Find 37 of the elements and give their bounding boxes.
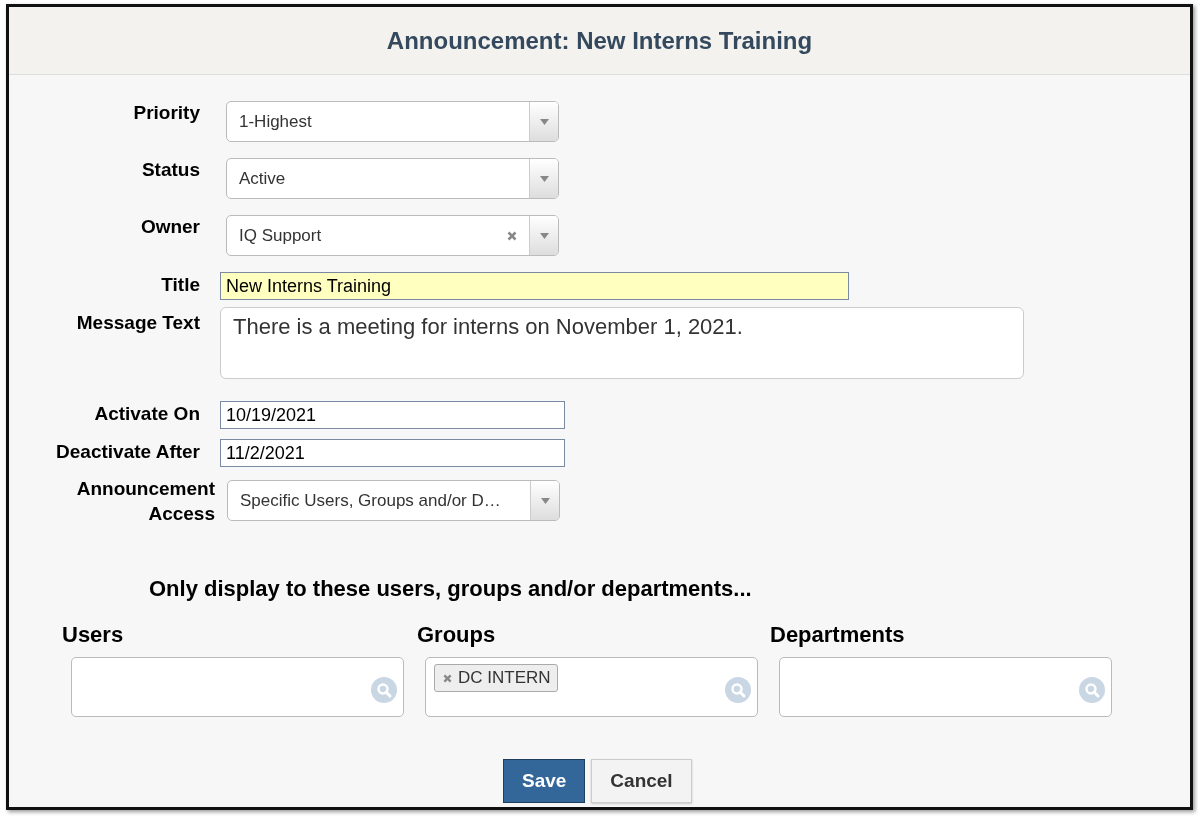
text-field[interactable]: New Interns Training — [220, 272, 849, 300]
dropdown[interactable]: 1-Highest — [226, 101, 559, 142]
search-icon[interactable] — [371, 677, 397, 703]
picker-label: Groups — [417, 622, 497, 648]
dropdown[interactable]: IQ Support — [226, 215, 559, 256]
field-label: Priority — [132, 101, 200, 124]
caret-icon — [539, 175, 549, 182]
picker-field[interactable] — [779, 657, 1112, 717]
dropdown[interactable]: Specific Users, Groups and/or D… — [227, 480, 560, 521]
field-label: Activate On — [93, 402, 200, 425]
picker-field[interactable]: DC INTERN — [425, 657, 758, 717]
picker-label: Departments — [770, 622, 906, 648]
text-field[interactable]: 10/19/2021 — [220, 401, 565, 429]
field-label: Status — [140, 158, 200, 181]
tag-chip[interactable]: DC INTERN — [434, 664, 558, 692]
section-heading: Only display to these users, groups and/or departments... — [148, 576, 753, 602]
cancel-button[interactable]: Cancel — [591, 759, 692, 803]
text-field[interactable]: 11/2/2021 — [220, 439, 565, 467]
field-label: Owner — [139, 215, 200, 238]
tag-label: DC INTERN — [458, 668, 551, 688]
field-label: Announcement Access — [75, 477, 215, 526]
field-label: Deactivate After — [55, 440, 200, 463]
caret-icon — [540, 497, 550, 504]
picker-field[interactable] — [71, 657, 404, 717]
search-icon[interactable] — [725, 677, 751, 703]
field-label: Title — [160, 273, 200, 296]
caret-icon — [539, 118, 549, 125]
message-field[interactable]: There is a meeting for interns on November 1, 2021. — [220, 307, 1024, 379]
caret-icon — [539, 232, 549, 239]
picker-label: Users — [62, 622, 125, 648]
remove-icon[interactable] — [443, 673, 452, 683]
search-icon[interactable] — [1079, 677, 1105, 703]
save-button[interactable]: Save — [503, 759, 585, 803]
clear-icon[interactable] — [507, 230, 517, 241]
dialog-title: Announcement: New Interns Training — [386, 26, 813, 55]
field-label: Message Text — [75, 311, 200, 334]
dropdown[interactable]: Active — [226, 158, 559, 199]
